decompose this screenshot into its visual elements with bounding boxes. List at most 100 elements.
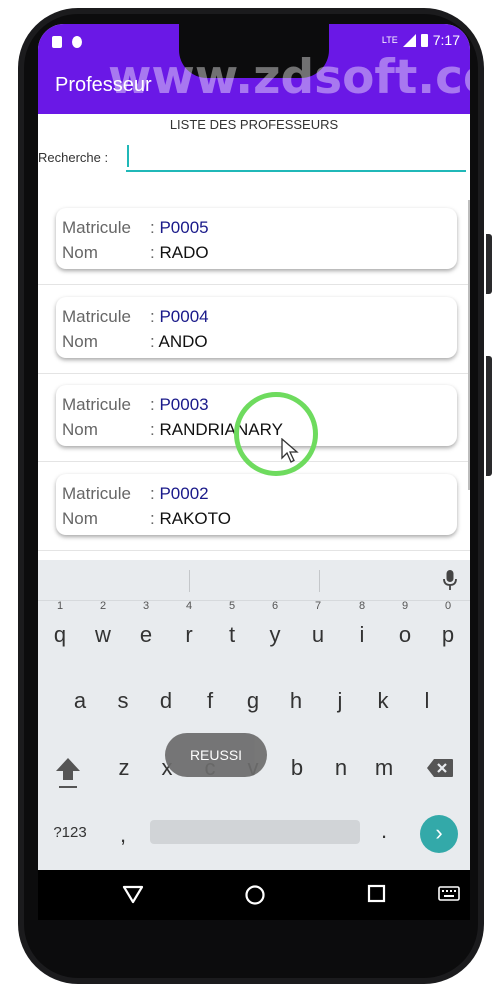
key-q[interactable]: 1q [41,600,79,658]
separator: : [150,395,155,414]
home-icon[interactable] [244,884,266,906]
key-hint: 8 [358,600,366,612]
key-j[interactable]: j [321,678,359,724]
matricule-line: Matricule: P0002 [62,484,209,504]
key-label: w [95,622,111,647]
list-item[interactable]: Matricule: P0002 Nom: RAKOTO [38,462,470,551]
network-type: LTE [381,35,398,45]
nom-line: Nom: RAKOTO [62,509,231,529]
nom-line: Nom: ANDO [62,332,208,352]
key-s[interactable]: s [104,678,142,724]
clock: 7:17 [432,32,460,48]
list-header: LISTE DES PROFESSEURS [169,117,339,132]
key-comma[interactable]: , [104,812,142,858]
key-p[interactable]: 0p [429,600,467,658]
matricule-label: Matricule [62,395,131,414]
key-u[interactable]: 7u [299,600,337,658]
suggestion-divider [319,570,320,592]
key-e[interactable]: 3e [127,600,165,658]
key-r[interactable]: 4r [170,600,208,658]
mic-icon[interactable] [442,569,458,591]
key-a[interactable]: a [61,678,99,724]
key-label: e [139,622,153,647]
suggestion-divider [189,570,190,592]
separator: : [150,307,155,326]
key-hint: 3 [142,600,150,612]
key-period[interactable]: . [365,808,403,854]
enter-button[interactable]: › [420,815,458,853]
key-label: u [311,622,325,647]
key-d[interactable]: d [147,678,185,724]
key-hint: 0 [444,600,452,612]
separator: : [150,243,155,262]
matricule-label: Matricule [62,218,131,237]
nom-label: Nom [62,509,98,528]
nom-label: Nom [62,420,98,439]
key-b[interactable]: b [278,745,316,791]
notification-icons [52,36,82,48]
backspace-icon[interactable] [426,758,454,778]
watermark: www.zdsoft.com [108,50,470,105]
key-h[interactable]: h [277,678,315,724]
matricule-label: Matricule [62,307,131,326]
back-icon[interactable] [122,884,144,904]
signal-icon [402,33,416,47]
list-item[interactable]: Matricule: P0004 Nom: ANDO [38,285,470,374]
matricule-value: P0003 [159,395,209,414]
list-scrollbar[interactable] [468,200,470,490]
key-k[interactable]: k [364,678,402,724]
key-label: i [359,622,365,647]
key-hint: 9 [401,600,409,612]
key-n[interactable]: n [322,745,360,791]
space-bar[interactable] [150,820,360,844]
matricule-line: Matricule: P0004 [62,307,209,327]
key-f[interactable]: f [191,678,229,724]
teacher-card[interactable]: Matricule: P0005 Nom: RADO [56,208,457,269]
enter-icon: › [435,820,443,845]
matricule-line: Matricule: P0003 [62,395,209,415]
key-z[interactable]: z [105,745,143,791]
key-hint: 4 [185,600,193,612]
search-label: Recherche : [38,150,109,165]
screen: LTE 7:17 Professeur www.zdsoft.com LISTE… [38,24,470,920]
symbols-key[interactable]: ?123 [52,810,88,856]
key-label: r [185,622,193,647]
recents-icon[interactable] [367,884,387,904]
nom-value: RAKOTO [159,509,231,528]
key-t[interactable]: 5t [213,600,251,658]
key-i[interactable]: 8i [343,600,381,658]
separator: : [150,420,155,439]
teacher-list[interactable]: Matricule: P0005 Nom: RADO Matricule: P0… [38,196,470,560]
nom-label: Nom [62,332,98,351]
key-hint: 2 [99,600,107,612]
key-g[interactable]: g [234,678,272,724]
text-caret [127,145,129,167]
list-item[interactable]: Matricule: P0005 Nom: RADO [38,196,470,285]
teacher-card[interactable]: Matricule: P0004 Nom: ANDO [56,297,457,358]
matricule-value: P0005 [159,218,209,237]
key-w[interactable]: 2w [84,600,122,658]
key-o[interactable]: 9o [386,600,424,658]
nom-line: Nom: RADO [62,243,209,263]
teacher-card[interactable]: Matricule: P0002 Nom: RAKOTO [56,474,457,535]
separator: : [150,218,155,237]
status-indicators: LTE 7:17 [382,32,460,48]
key-l[interactable]: l [408,678,446,724]
key-y[interactable]: 6y [256,600,294,658]
nom-value: RADO [159,243,209,262]
separator: : [150,484,155,503]
key-m[interactable]: m [365,745,403,791]
keyboard-switch-icon[interactable] [438,886,460,902]
touch-indicator [234,392,318,476]
nom-label: Nom [62,243,98,262]
separator: : [150,509,155,528]
key-hint: 1 [56,600,64,612]
search-input[interactable] [126,142,466,172]
volume-button [486,234,492,294]
shift-icon[interactable] [54,756,82,790]
key-label: p [441,622,455,647]
separator: : [150,332,155,351]
key-hint: 7 [314,600,322,612]
nom-value: ANDO [158,332,208,351]
sync-icon [72,36,82,48]
